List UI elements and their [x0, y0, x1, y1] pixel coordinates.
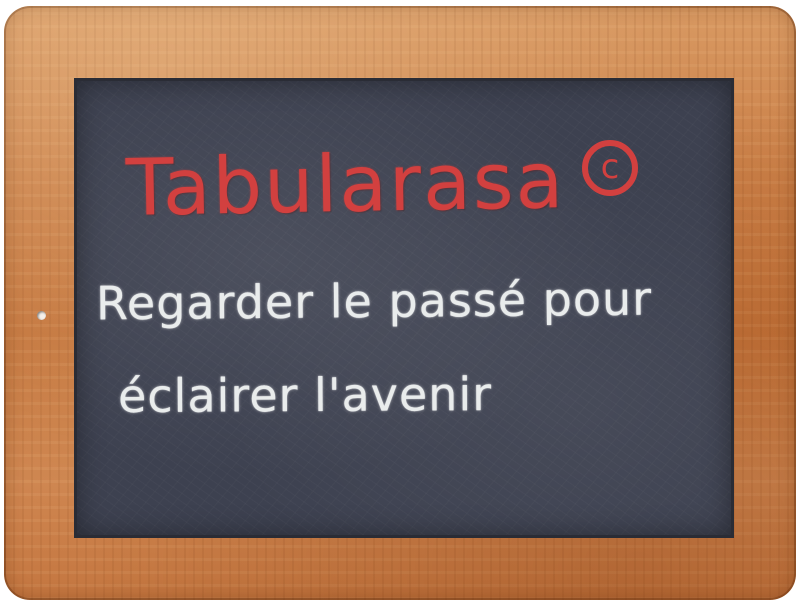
brand-title: Tabularasa — [125, 136, 567, 234]
slate-wood-frame: Tabularasa c Regarder le passé pour écla… — [4, 6, 796, 600]
copyright-icon: c — [582, 140, 638, 196]
tagline-line-1: Regarder le passé pour — [95, 271, 653, 331]
frame-hole — [37, 311, 46, 320]
chalkboard: Tabularasa c Regarder le passé pour écla… — [74, 78, 734, 538]
tagline-line-2: éclairer l'avenir — [117, 367, 493, 423]
